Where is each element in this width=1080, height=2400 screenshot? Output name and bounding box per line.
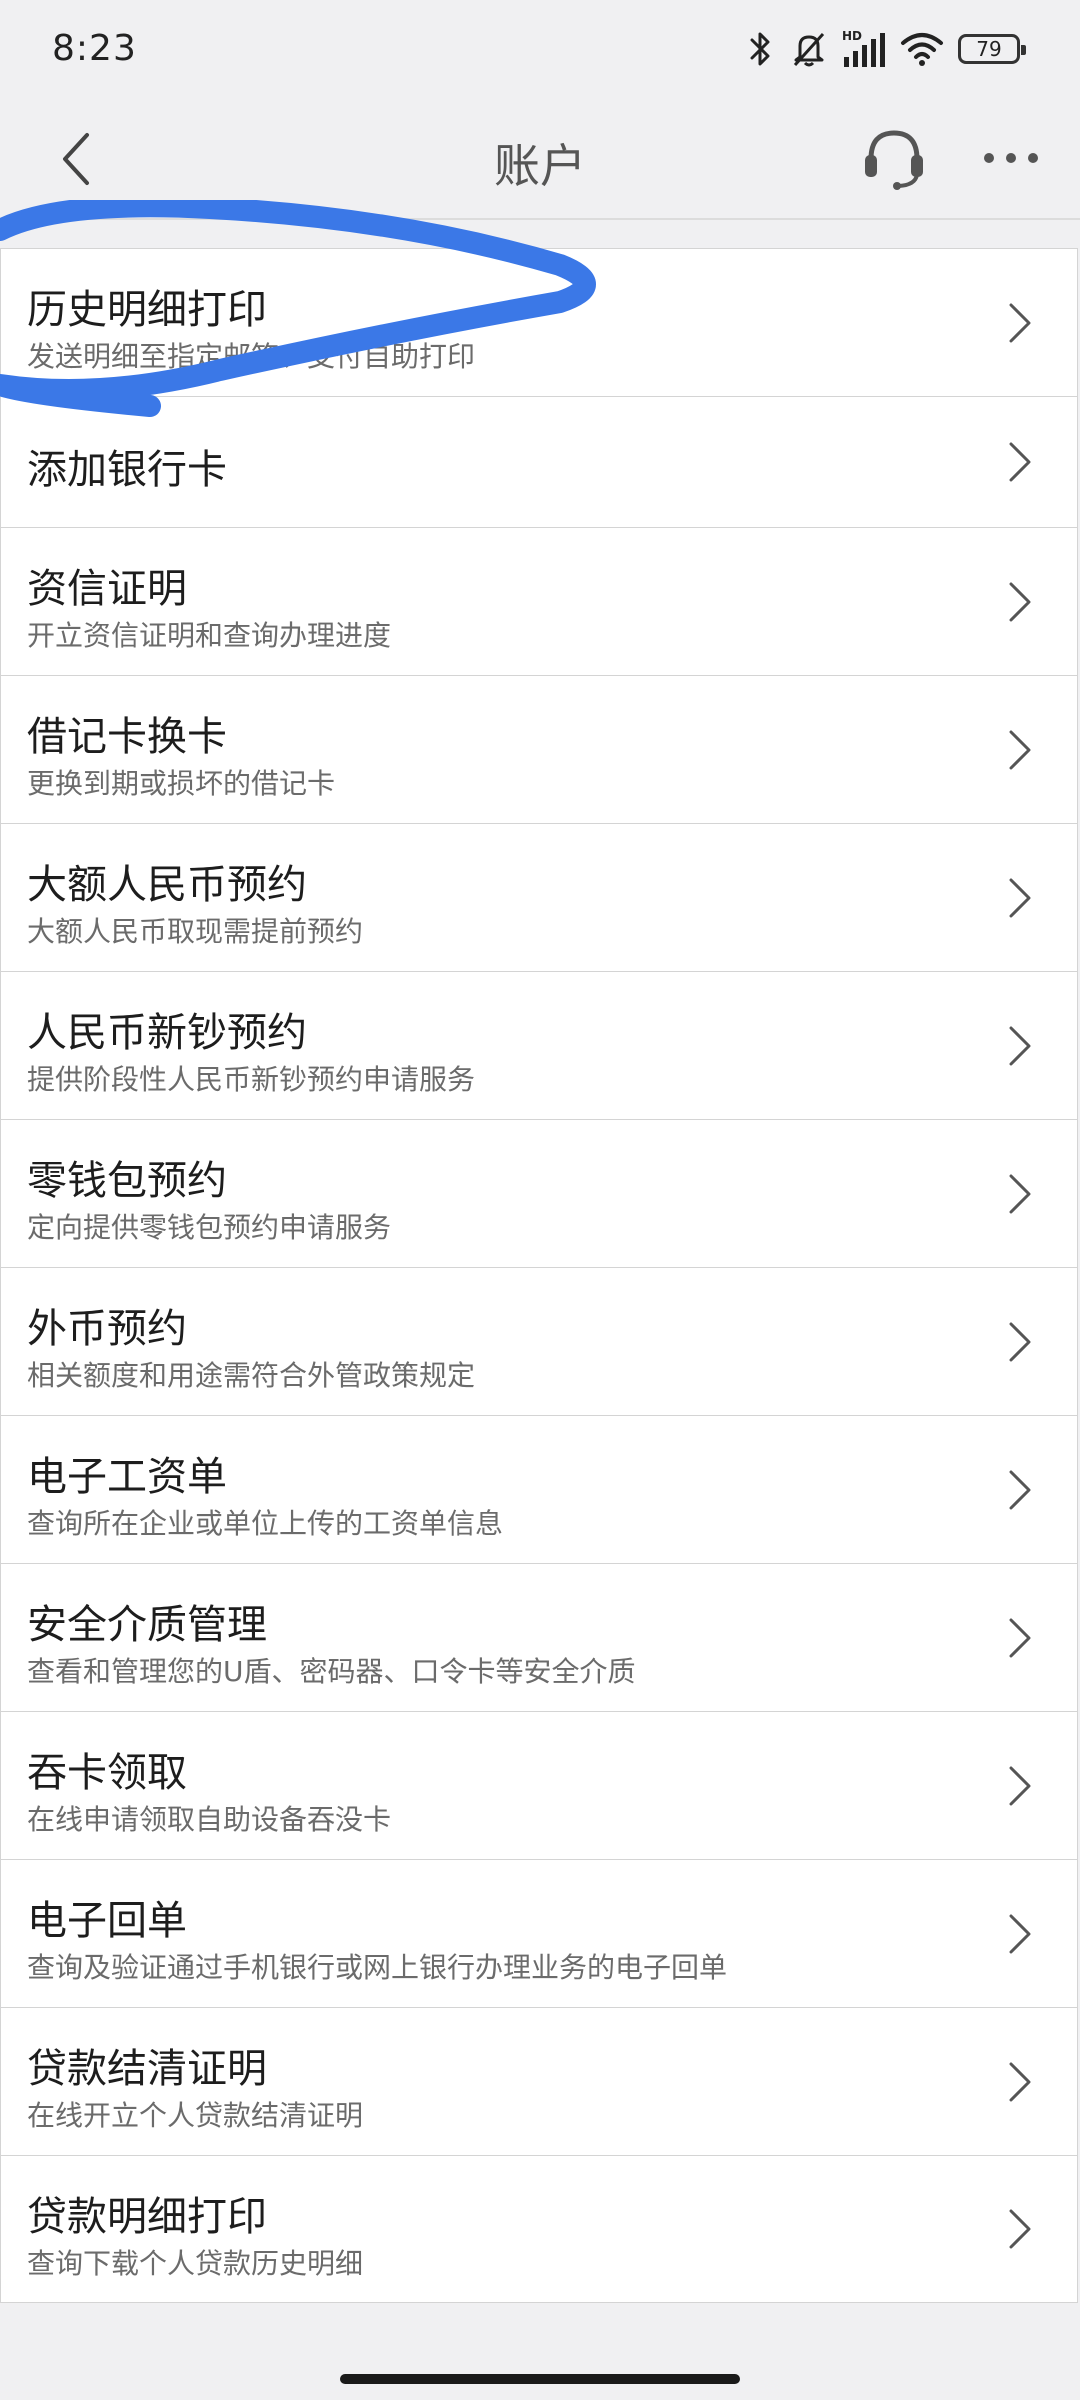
menu-item-title: 贷款明细打印 xyxy=(27,2194,267,2240)
menu-item-subtitle: 提供阶段性人民币新钞预约申请服务 xyxy=(27,1063,476,1096)
menu-item-title: 零钱包预约 xyxy=(27,1158,227,1204)
nav-bar: 账户 xyxy=(0,100,1080,218)
chevron-right-icon xyxy=(1009,303,1031,342)
menu-item-change-pack-reservation[interactable]: 零钱包预约 定向提供零钱包预约申请服务 xyxy=(0,1119,1078,1267)
menu-item-title: 人民币新钞预约 xyxy=(27,1010,307,1056)
menu-item-subtitle: 查看和管理您的U盾、密码器、口令卡等安全介质 xyxy=(27,1655,636,1688)
menu-item-subtitle: 更换到期或损坏的借记卡 xyxy=(27,767,336,800)
chevron-right-icon xyxy=(1009,1174,1031,1213)
menu-item-subtitle: 查询所在企业或单位上传的工资单信息 xyxy=(27,1507,504,1540)
menu-item-history-statement-print[interactable]: 历史明细打印 发送明细至指定邮箱、支付自助打印 xyxy=(0,248,1078,396)
more-button[interactable] xyxy=(976,132,1046,184)
chevron-right-icon xyxy=(1009,1914,1031,1953)
menu-item-credit-certificate[interactable]: 资信证明 开立资信证明和查询办理进度 xyxy=(0,527,1078,675)
menu-item-loan-statement-print[interactable]: 贷款明细打印 查询下载个人贷款历史明细 xyxy=(0,2155,1078,2303)
chevron-right-icon xyxy=(1009,1322,1031,1361)
wifi-icon xyxy=(901,33,943,66)
menu-item-title: 安全介质管理 xyxy=(27,1602,267,1648)
menu-item-electronic-payslip[interactable]: 电子工资单 查询所在企业或单位上传的工资单信息 xyxy=(0,1415,1078,1563)
header-divider xyxy=(0,218,1080,220)
menu-item-title: 添加银行卡 xyxy=(27,447,227,493)
menu-item-title: 贷款结清证明 xyxy=(27,2046,267,2092)
menu-item-subtitle: 发送明细至指定邮箱、支付自助打印 xyxy=(27,340,476,373)
chevron-right-icon xyxy=(1009,1470,1031,1509)
chevron-right-icon xyxy=(1009,878,1031,917)
menu-item-subtitle: 定向提供零钱包预约申请服务 xyxy=(27,1211,392,1244)
customer-service-button[interactable] xyxy=(858,120,930,196)
battery-icon: 79 xyxy=(958,34,1026,64)
chevron-right-icon xyxy=(1009,1618,1031,1657)
headset-icon xyxy=(865,130,923,190)
menu-item-subtitle: 开立资信证明和查询办理进度 xyxy=(27,619,392,652)
account-menu-list: 历史明细打印 发送明细至指定邮箱、支付自助打印 添加银行卡 资信证明 开立资信证… xyxy=(0,248,1080,2303)
menu-item-title: 电子工资单 xyxy=(27,1454,227,1500)
signal-icon: HD xyxy=(842,29,886,69)
menu-item-subtitle: 大额人民币取现需提前预约 xyxy=(27,915,364,948)
more-dots-icon xyxy=(984,153,1038,163)
menu-item-new-banknote-reservation[interactable]: 人民币新钞预约 提供阶段性人民币新钞预约申请服务 xyxy=(0,971,1078,1119)
menu-item-large-rmb-reservation[interactable]: 大额人民币预约 大额人民币取现需提前预约 xyxy=(0,823,1078,971)
status-bar: 8:23 HD 79 xyxy=(0,0,1080,100)
menu-item-security-device-management[interactable]: 安全介质管理 查看和管理您的U盾、密码器、口令卡等安全介质 xyxy=(0,1563,1078,1711)
menu-item-subtitle: 在线申请领取自助设备吞没卡 xyxy=(27,1803,392,1836)
chevron-right-icon xyxy=(1009,730,1031,769)
chevron-right-icon xyxy=(1009,2062,1031,2101)
chevron-right-icon xyxy=(1009,1766,1031,1805)
status-time: 8:23 xyxy=(52,28,137,69)
menu-item-retained-card-pickup[interactable]: 吞卡领取 在线申请领取自助设备吞没卡 xyxy=(0,1711,1078,1859)
chevron-right-icon xyxy=(1009,442,1031,482)
menu-item-subtitle: 查询及验证通过手机银行或网上银行办理业务的电子回单 xyxy=(27,1951,728,1984)
mute-bell-icon xyxy=(793,32,825,67)
menu-item-title: 大额人民币预约 xyxy=(27,862,307,908)
menu-item-loan-settlement-certificate[interactable]: 贷款结清证明 在线开立个人贷款结清证明 xyxy=(0,2007,1078,2155)
battery-level: 79 xyxy=(976,37,1002,61)
menu-item-debit-card-replacement[interactable]: 借记卡换卡 更换到期或损坏的借记卡 xyxy=(0,675,1078,823)
menu-item-title: 外币预约 xyxy=(27,1306,187,1352)
menu-item-title: 吞卡领取 xyxy=(27,1750,187,1796)
menu-item-electronic-receipt[interactable]: 电子回单 查询及验证通过手机银行或网上银行办理业务的电子回单 xyxy=(0,1859,1078,2007)
menu-item-foreign-currency-reservation[interactable]: 外币预约 相关额度和用途需符合外管政策规定 xyxy=(0,1267,1078,1415)
menu-item-title: 历史明细打印 xyxy=(27,287,267,333)
bluetooth-icon xyxy=(750,32,770,66)
status-icons: HD 79 xyxy=(746,26,1026,72)
menu-item-add-bank-card[interactable]: 添加银行卡 xyxy=(0,396,1078,527)
menu-item-title: 借记卡换卡 xyxy=(27,714,227,760)
menu-item-title: 资信证明 xyxy=(27,566,187,612)
menu-item-subtitle: 查询下载个人贷款历史明细 xyxy=(27,2247,364,2280)
menu-item-subtitle: 在线开立个人贷款结清证明 xyxy=(27,2099,364,2132)
chevron-right-icon xyxy=(1009,2209,1031,2249)
home-indicator[interactable] xyxy=(340,2374,740,2384)
chevron-right-icon xyxy=(1009,1026,1031,1065)
menu-item-title: 电子回单 xyxy=(27,1898,187,1944)
chevron-right-icon xyxy=(1009,582,1031,621)
menu-item-subtitle: 相关额度和用途需符合外管政策规定 xyxy=(27,1359,476,1392)
